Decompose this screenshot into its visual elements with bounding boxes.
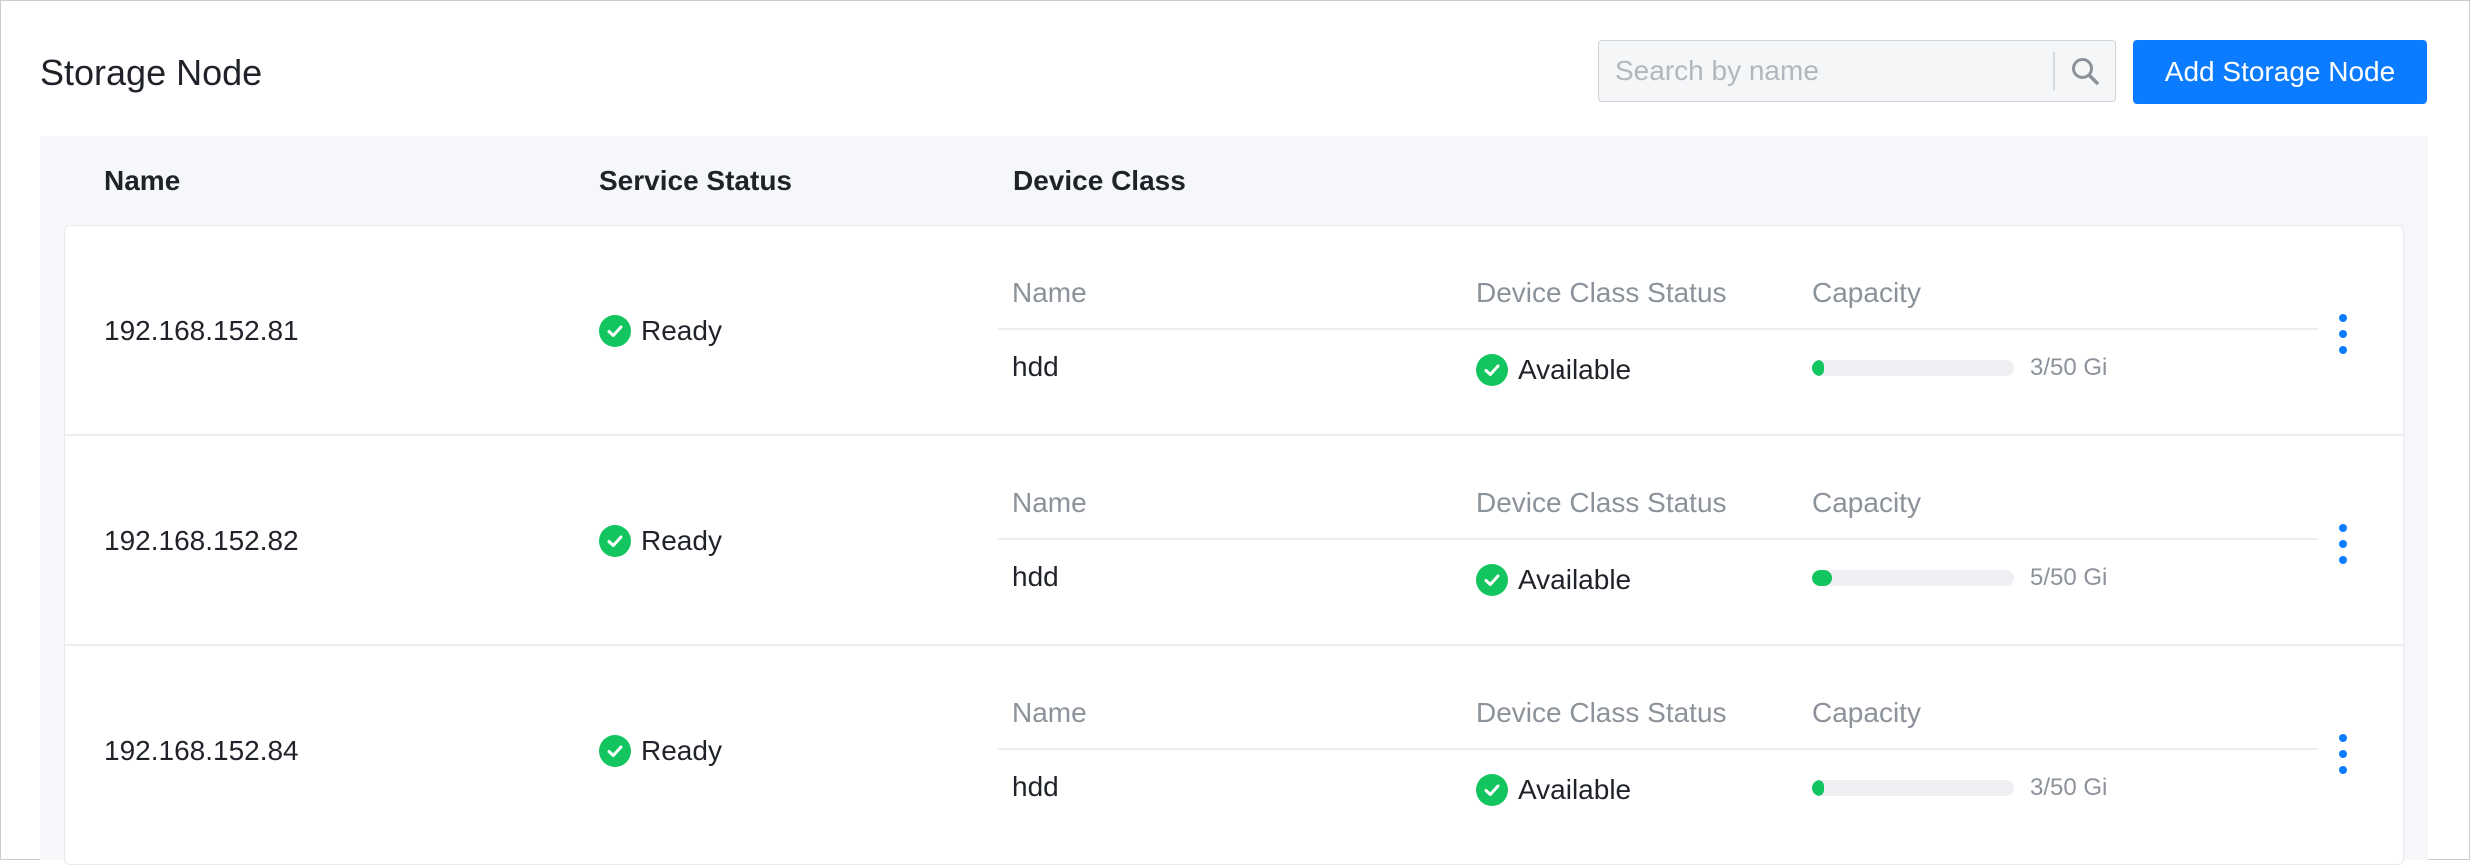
node-name[interactable]: 192.168.152.84	[104, 735, 299, 767]
device-class-status: Available	[1476, 564, 1631, 596]
service-status-label: Ready	[641, 735, 722, 766]
service-status-label: Ready	[641, 525, 722, 556]
search-box[interactable]	[1598, 40, 2116, 102]
table-row[interactable]: 192.168.152.84 Ready Name Device Class S…	[64, 646, 2404, 856]
service-status: Ready	[599, 735, 722, 767]
node-name[interactable]: 192.168.152.81	[104, 315, 299, 347]
add-storage-node-button[interactable]: Add Storage Node	[2133, 40, 2427, 104]
capacity-bar-fill	[1812, 360, 1825, 376]
capacity-bar	[1812, 360, 2014, 376]
device-class-status-label: Available	[1518, 564, 1632, 595]
device-class-status-label: Available	[1518, 354, 1632, 385]
service-status: Ready	[599, 315, 722, 347]
column-header-name: Name	[104, 165, 181, 196]
device-class-header-capacity: Capacity	[1812, 697, 1921, 728]
page-title: Storage Node	[40, 52, 263, 93]
check-circle-icon	[1476, 354, 1508, 386]
table-row[interactable]: 192.168.152.82 Ready Name Device Class S…	[64, 436, 2404, 646]
capacity-text: 3/50 Gi	[2030, 354, 2108, 381]
device-class-name: hdd	[1012, 561, 1059, 592]
capacity-bar	[1812, 780, 2014, 796]
device-class-name: hdd	[1012, 351, 1059, 382]
check-circle-icon	[1476, 564, 1508, 596]
device-class-header-name: Name	[1012, 487, 1087, 518]
column-header-service-status: Service Status	[599, 165, 792, 196]
more-vertical-icon[interactable]	[2328, 314, 2358, 354]
device-class-header-status: Device Class Status	[1476, 697, 1727, 728]
check-circle-icon	[1476, 774, 1508, 806]
check-circle-icon	[599, 735, 631, 767]
device-class-divider	[998, 328, 2318, 330]
table-row[interactable]: 192.168.152.81 Ready Name Device Class S…	[64, 226, 2404, 436]
search-input[interactable]	[1599, 40, 2053, 102]
device-class-header-capacity: Capacity	[1812, 277, 1921, 308]
search-icon	[2072, 58, 2099, 85]
check-circle-icon	[599, 315, 631, 347]
device-class-header-capacity: Capacity	[1812, 487, 1921, 518]
service-status-label: Ready	[641, 315, 722, 346]
device-class-status: Available	[1476, 774, 1631, 806]
node-name[interactable]: 192.168.152.82	[104, 525, 299, 557]
device-class-header-name: Name	[1012, 277, 1087, 308]
device-class-header-status: Device Class Status	[1476, 487, 1727, 518]
device-class-name: hdd	[1012, 771, 1059, 802]
device-class-status-label: Available	[1518, 774, 1632, 805]
service-status: Ready	[599, 525, 722, 557]
capacity-text: 3/50 Gi	[2030, 774, 2108, 801]
capacity-bar-fill	[1812, 780, 1825, 796]
check-circle-icon	[599, 525, 631, 557]
device-class-header-name: Name	[1012, 697, 1087, 728]
more-vertical-icon[interactable]	[2328, 734, 2358, 774]
capacity-text: 5/50 Gi	[2030, 564, 2108, 591]
more-vertical-icon[interactable]	[2328, 524, 2358, 564]
capacity-bar	[1812, 570, 2014, 586]
capacity-bar-fill	[1812, 570, 1833, 586]
device-class-header-status: Device Class Status	[1476, 277, 1727, 308]
device-class-divider	[998, 748, 2318, 750]
column-header-device-class: Device Class	[1013, 165, 1186, 196]
search-button[interactable]	[2055, 41, 2115, 101]
device-class-status: Available	[1476, 354, 1631, 386]
device-class-divider	[998, 538, 2318, 540]
